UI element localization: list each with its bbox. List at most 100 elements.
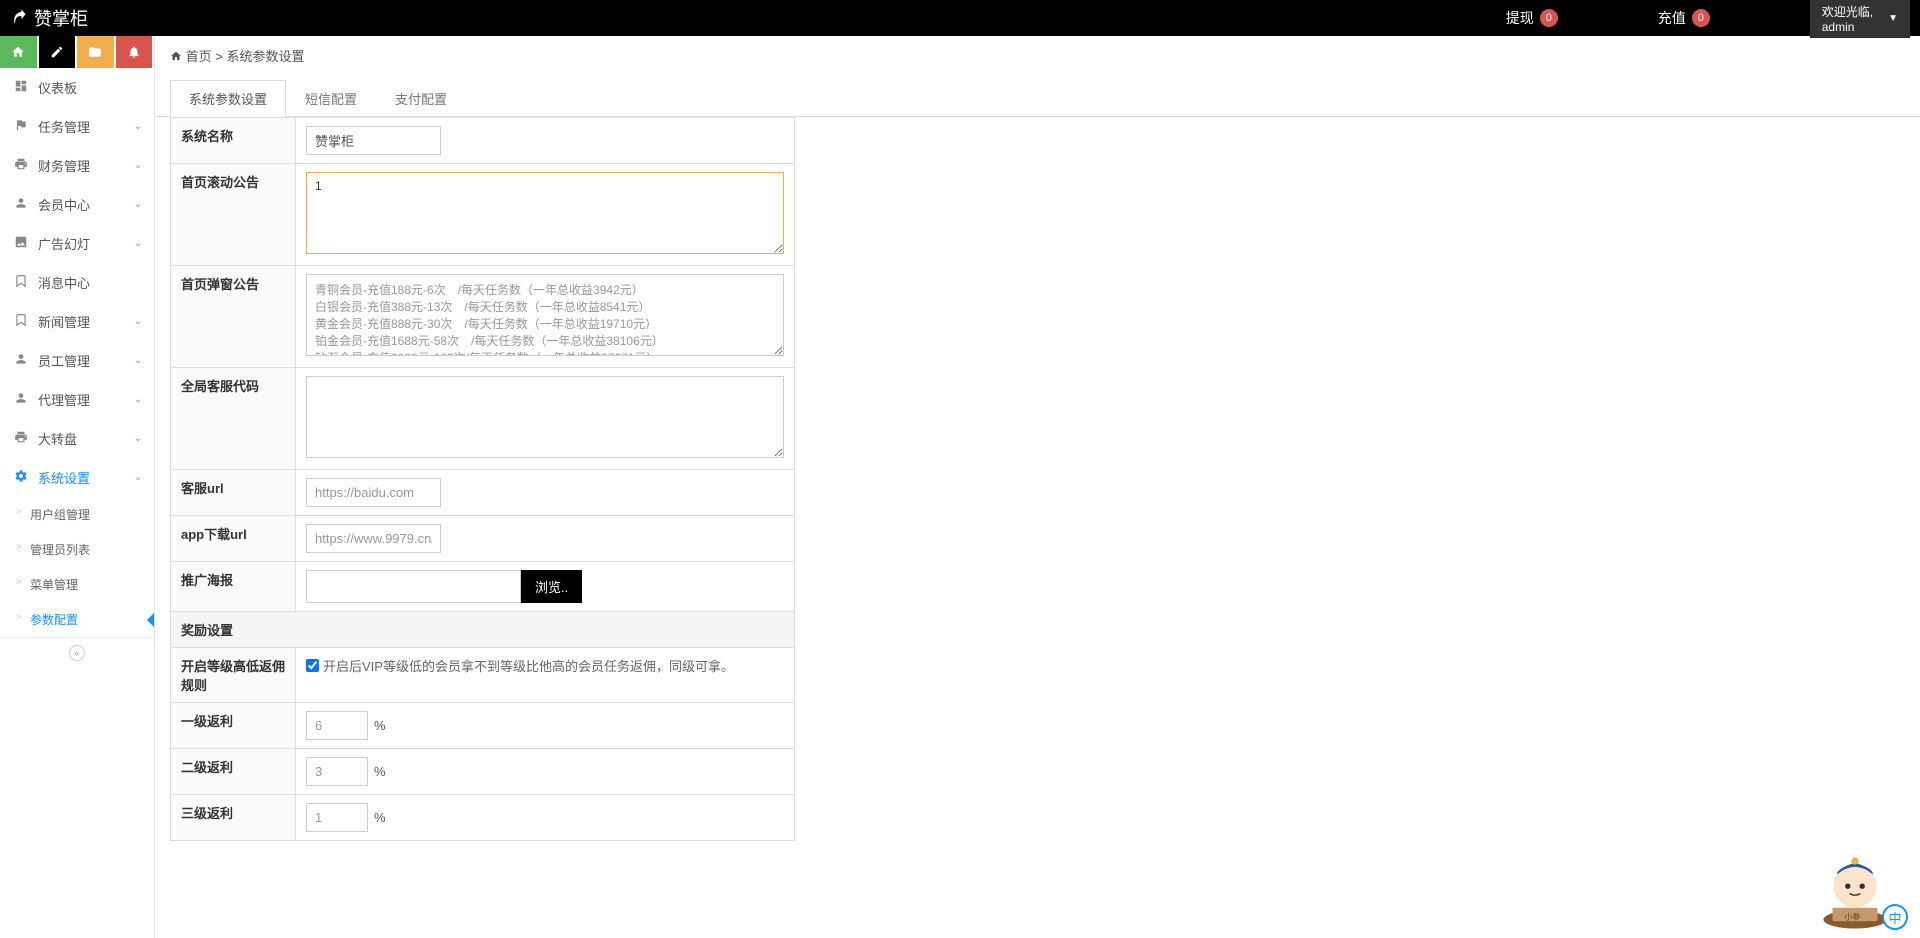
recharge-label: 充值 — [1658, 8, 1686, 28]
sidebar-item-6[interactable]: 新闻管理⌄ — [0, 302, 154, 341]
sidebar-item-label: 会员中心 — [38, 195, 134, 214]
tab-1[interactable]: 短信配置 — [286, 80, 376, 117]
chevron-down-icon: ⌄ — [134, 433, 142, 444]
system-name-input[interactable] — [306, 126, 441, 155]
rebate3-input[interactable] — [306, 803, 368, 832]
caret-down-icon: ▼ — [1888, 13, 1898, 24]
sidebar-item-label: 仪表板 — [38, 78, 142, 97]
rule-checkbox[interactable] — [306, 659, 319, 672]
tab-2[interactable]: 支付配置 — [376, 80, 466, 117]
chevron-down-icon: ⌄ — [134, 355, 142, 366]
rebate2-input[interactable] — [306, 757, 368, 786]
chevron-down-icon: ⌄ — [134, 238, 142, 249]
rebate2-label: 二级返利 — [171, 749, 296, 795]
user-icon — [12, 196, 30, 213]
brand[interactable]: 赞掌柜 — [10, 5, 88, 31]
sidebar-item-5[interactable]: 消息中心 — [0, 263, 154, 302]
poster-path-input[interactable] — [306, 570, 521, 603]
edit-button[interactable] — [39, 36, 76, 68]
app-url-label: app下载url — [171, 516, 296, 562]
scroll-notice-label: 首页滚动公告 — [171, 164, 296, 266]
ime-badge[interactable]: 中 — [1882, 904, 1908, 930]
folder-button[interactable] — [77, 36, 114, 68]
sub-nav-item-1[interactable]: 管理员列表 — [0, 532, 154, 567]
username-label: admin — [1822, 20, 1873, 34]
rebate1-label: 一级返利 — [171, 703, 296, 749]
rebate1-input[interactable] — [306, 711, 368, 740]
print-icon — [12, 157, 30, 174]
recharge-badge: 0 — [1692, 9, 1710, 27]
sidebar-item-3[interactable]: 会员中心⌄ — [0, 185, 154, 224]
rule-help: 开启后VIP等级低的会员拿不到等级比他高的会员任务返佣，同级可拿。 — [323, 656, 734, 675]
home-icon — [170, 49, 186, 64]
flag-icon — [12, 118, 30, 135]
sidebar-item-7[interactable]: 员工管理⌄ — [0, 341, 154, 380]
brand-label: 赞掌柜 — [34, 5, 88, 31]
print-icon — [12, 430, 30, 447]
sidebar-item-10[interactable]: 系统设置⌄ — [0, 458, 154, 497]
bell-button[interactable] — [116, 36, 153, 68]
sidebar-item-label: 财务管理 — [38, 156, 134, 175]
sidebar-item-label: 大转盘 — [38, 429, 134, 448]
bookmark-icon — [12, 274, 30, 291]
rebate3-label: 三级返利 — [171, 795, 296, 841]
collapse-sidebar-button[interactable]: « — [0, 637, 154, 667]
chevron-down-icon: ⌄ — [134, 394, 142, 405]
sidebar-item-9[interactable]: 大转盘⌄ — [0, 419, 154, 458]
recharge-link[interactable]: 充值 0 — [1658, 8, 1710, 28]
sidebar-item-label: 代理管理 — [38, 390, 134, 409]
sidebar-item-1[interactable]: 任务管理⌄ — [0, 107, 154, 146]
sidebar-item-label: 新闻管理 — [38, 312, 134, 331]
pct-label: % — [374, 718, 386, 733]
app-url-input[interactable] — [306, 524, 441, 553]
sub-nav-item-0[interactable]: 用户组管理 — [0, 497, 154, 532]
home-button[interactable] — [0, 36, 37, 68]
breadcrumb-sep: > — [215, 49, 223, 64]
sidebar-item-2[interactable]: 财务管理⌄ — [0, 146, 154, 185]
chevron-down-icon: ⌄ — [134, 121, 142, 132]
withdraw-link[interactable]: 提现 0 — [1506, 8, 1558, 28]
dashboard-icon — [12, 79, 30, 96]
leaf-icon — [10, 7, 28, 30]
gear-icon — [12, 469, 30, 486]
sidebar-item-label: 系统设置 — [38, 468, 134, 487]
welcome-label: 欢迎光临, — [1822, 3, 1873, 20]
sidebar-item-label: 广告幻灯 — [38, 234, 134, 253]
breadcrumb-home[interactable]: 首页 — [186, 49, 212, 64]
sidebar-item-0[interactable]: 仪表板 — [0, 68, 154, 107]
breadcrumb: 首页 > 系统参数设置 — [155, 36, 1920, 75]
chevron-down-icon: ⌄ — [134, 199, 142, 210]
cs-url-label: 客服url — [171, 470, 296, 516]
reward-header: 奖励设置 — [171, 612, 795, 648]
sidebar-item-label: 消息中心 — [38, 273, 142, 292]
poster-label: 推广海报 — [171, 562, 296, 612]
global-cs-label: 全局客服代码 — [171, 368, 296, 470]
withdraw-label: 提现 — [1506, 8, 1534, 28]
user-icon — [12, 391, 30, 408]
chevron-down-icon: ⌄ — [134, 316, 142, 327]
popup-notice-textarea[interactable] — [306, 274, 784, 356]
scroll-notice-textarea[interactable] — [306, 172, 784, 254]
sub-nav-item-3[interactable]: 参数配置 — [0, 602, 154, 637]
bookmark-icon — [12, 313, 30, 330]
svg-text:小参: 小参 — [1844, 912, 1860, 922]
pct-label: % — [374, 810, 386, 825]
popup-notice-label: 首页弹窗公告 — [171, 266, 296, 368]
sidebar-item-label: 任务管理 — [38, 117, 134, 136]
sidebar-item-8[interactable]: 代理管理⌄ — [0, 380, 154, 419]
user-menu[interactable]: 欢迎光临, admin ▼ — [1810, 0, 1910, 38]
global-cs-textarea[interactable] — [306, 376, 784, 458]
pct-label: % — [374, 764, 386, 779]
breadcrumb-current: 系统参数设置 — [226, 49, 304, 64]
chevron-left-icon: « — [69, 645, 85, 661]
cs-url-input[interactable] — [306, 478, 441, 507]
tab-0[interactable]: 系统参数设置 — [170, 80, 286, 117]
sub-nav-item-2[interactable]: 菜单管理 — [0, 567, 154, 602]
system-name-label: 系统名称 — [171, 118, 296, 164]
withdraw-badge: 0 — [1540, 9, 1558, 27]
rule-label: 开启等级高低返佣规则 — [171, 648, 296, 703]
sidebar-item-4[interactable]: 广告幻灯⌄ — [0, 224, 154, 263]
user-icon — [12, 352, 30, 369]
sidebar-item-label: 员工管理 — [38, 351, 134, 370]
browse-button[interactable]: 浏览.. — [521, 570, 582, 603]
